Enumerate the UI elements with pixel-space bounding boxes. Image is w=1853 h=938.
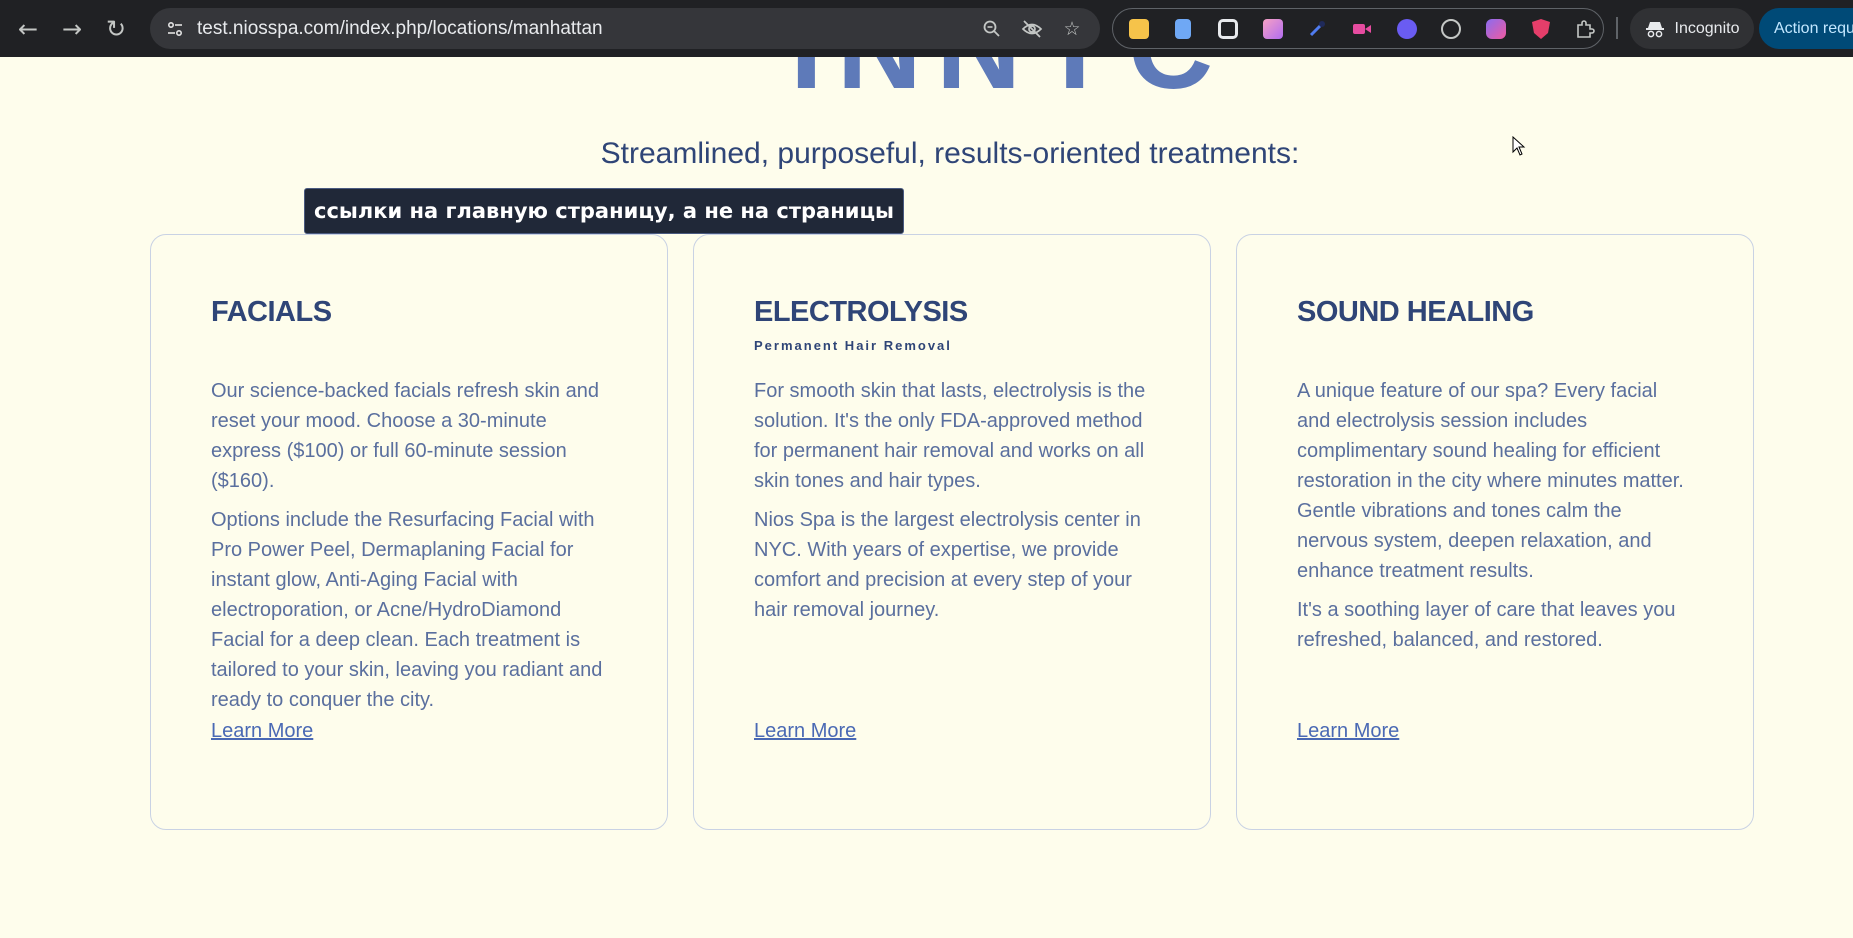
stack-extension-icon[interactable] <box>1389 11 1425 47</box>
card-title: FACIALS <box>211 296 332 328</box>
camera-extension-icon[interactable] <box>1210 11 1246 47</box>
card-subtitle <box>1297 338 1693 354</box>
card-paragraph: For smooth skin that lasts, electrolysis… <box>754 379 1146 492</box>
card-sound-healing: SOUND HEALING A unique feature of our sp… <box>1236 234 1754 830</box>
card-electrolysis: ELECTROLYSIS Permanent Hair Removal For … <box>693 234 1211 830</box>
address-bar[interactable]: test.niosspa.com/index.php/locations/man… <box>150 8 1100 49</box>
section-heading: Streamlined, purposeful, results-oriente… <box>600 137 1300 170</box>
compass-extension-icon[interactable] <box>1433 11 1469 47</box>
puzzle-extensions-icon[interactable] <box>1567 11 1603 47</box>
eye-off-icon[interactable] <box>1014 11 1050 47</box>
web-page: INNYC Streamlined, purposeful, results-o… <box>0 57 1853 938</box>
hero-heading-fragment: INNYC <box>790 57 1227 107</box>
notes-extension-icon[interactable] <box>1121 11 1157 47</box>
card-title: SOUND HEALING <box>1297 296 1534 328</box>
zoom-icon[interactable] <box>974 11 1010 47</box>
extensions-group <box>1112 8 1604 49</box>
card-paragraph: Nios Spa is the largest electrolysis cen… <box>754 508 1141 621</box>
card-facials: FACIALS Our science-backed facials refre… <box>150 234 668 830</box>
card-paragraph: It's a soothing layer of care that leave… <box>1297 598 1676 651</box>
incognito-chip[interactable]: Incognito <box>1630 8 1754 49</box>
toolbar-divider <box>1616 17 1618 39</box>
back-icon[interactable]: ← <box>6 7 50 51</box>
url-text[interactable]: test.niosspa.com/index.php/locations/man… <box>197 18 603 40</box>
bookmark-star-icon[interactable]: ☆ <box>1054 11 1090 47</box>
card-paragraph: A unique feature of our spa? Every facia… <box>1297 379 1684 582</box>
browser-toolbar: ← → ↻ test.niosspa.com/index.php/locatio… <box>0 0 1853 57</box>
eyedropper-extension-icon[interactable] <box>1300 11 1336 47</box>
ublock-extension-icon[interactable] <box>1523 11 1559 47</box>
card-subtitle: Permanent Hair Removal <box>754 337 952 353</box>
site-info-icon[interactable] <box>155 12 195 46</box>
docs-extension-icon[interactable] <box>1166 11 1202 47</box>
card-paragraph: Our science-backed facials refresh skin … <box>211 379 599 492</box>
reload-icon[interactable]: ↻ <box>94 7 138 51</box>
learn-more-link[interactable]: Learn More <box>211 720 313 743</box>
card-title: ELECTROLYSIS <box>754 296 968 328</box>
action-required-button[interactable]: Action required <box>1759 8 1853 49</box>
learn-more-link[interactable]: Learn More <box>754 720 856 743</box>
treatment-cards: FACIALS Our science-backed facials refre… <box>150 234 1754 830</box>
lens-extension-icon[interactable] <box>1478 11 1514 47</box>
card-subtitle <box>211 338 607 354</box>
forward-icon[interactable]: → <box>50 7 94 51</box>
video-extension-icon[interactable] <box>1344 11 1380 47</box>
card-paragraph: Options include the Resurfacing Facial w… <box>211 508 603 711</box>
incognito-label: Incognito <box>1674 19 1740 37</box>
learn-more-link[interactable]: Learn More <box>1297 720 1399 743</box>
mouse-cursor-icon <box>1512 136 1526 156</box>
incognito-icon <box>1645 21 1664 37</box>
gradient-extension-icon[interactable] <box>1255 11 1291 47</box>
translation-tooltip: ссылки на главную страницу, а не на стра… <box>304 188 905 234</box>
